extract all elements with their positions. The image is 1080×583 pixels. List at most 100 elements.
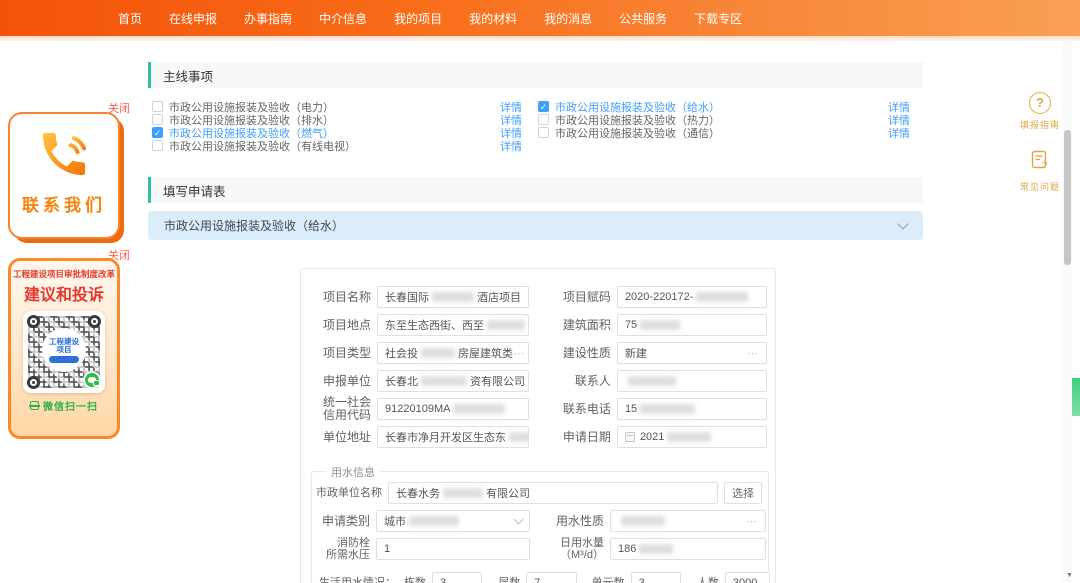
complaint-card-subtitle: 建议和投诉 [11, 281, 117, 305]
nav-item-guide[interactable]: 办事指南 [244, 10, 292, 27]
complaint-card-title: 工程建设项目审批制度改革 [11, 268, 117, 280]
nav-item-agency-info[interactable]: 中介信息 [319, 10, 367, 27]
form-row-4: 申报单位 长春北 资有限公司 联系人 [311, 370, 767, 392]
daily-water-field[interactable]: 186 [610, 538, 766, 560]
redacted-text [409, 516, 459, 526]
unit-address-field[interactable]: 长春市净月开发区生态东 [377, 426, 529, 448]
checkbox-water-supply-checked[interactable]: ✓ [538, 101, 549, 112]
svg-text:?: ? [1042, 160, 1048, 170]
form-row-1: 项目名称 长春国际 酒店项目 项目赋码 2020-220172- [311, 286, 767, 308]
checkbox-heating[interactable] [538, 114, 549, 125]
checkbox-drainage[interactable] [152, 114, 163, 125]
hydrant-pressure-field[interactable]: 1 [376, 538, 530, 560]
faq-helper[interactable]: ? 常见问题 [1012, 149, 1068, 193]
people-count-value: 3000 [733, 577, 757, 583]
nav-item-my-messages[interactable]: 我的消息 [544, 10, 592, 27]
nav-item-my-projects[interactable]: 我的项目 [394, 10, 442, 27]
nav-understrip [0, 36, 1080, 41]
redacted-text [667, 432, 711, 442]
applicant-unit-post: 资有限公司 [470, 373, 525, 389]
redacted-text [453, 404, 505, 414]
right-helper-panel: ? 填报指南 ? 常见问题 [1012, 92, 1068, 211]
nav-item-online-apply[interactable]: 在线申报 [169, 10, 217, 27]
credit-code-field[interactable]: 91220109MA [377, 398, 529, 420]
nav-item-download-zone[interactable]: 下载专区 [694, 10, 742, 27]
living-water-label: 生活用水情况： [312, 577, 396, 583]
checkbox-electric[interactable] [152, 101, 163, 112]
apply-category-select[interactable]: 城市 [376, 510, 530, 532]
people-count-label: 人数 [695, 577, 719, 583]
nav-item-home[interactable]: 首页 [118, 10, 142, 27]
ellipsis-icon[interactable]: ⋯ [513, 347, 525, 360]
applicant-unit-field[interactable]: 长春北 资有限公司 [377, 370, 529, 392]
page-root: 首页 在线申报 办事指南 中介信息 我的项目 我的材料 我的消息 公共服务 下载… [0, 0, 1080, 583]
ellipsis-icon[interactable]: ⋯ [747, 347, 759, 360]
water-nature-label: 用水性质 [556, 515, 604, 527]
people-count-field[interactable]: 3000 [725, 572, 770, 583]
water-row-3: 消防栓 所需水压 1 日用水量 （M³/d） 186 [312, 536, 770, 562]
scroll-down-arrow-icon[interactable]: ▼ [1066, 572, 1073, 579]
chevron-down-icon [514, 515, 524, 525]
wechat-scan-row: 微信扫一扫 [11, 398, 117, 413]
project-name-field[interactable]: 长春国际 酒店项目 [377, 286, 529, 308]
redacted-text [640, 404, 695, 414]
mainline-item-telecom: 市政公用设施报装及验收（通信） 详情 [538, 126, 910, 139]
detail-link-cable-tv[interactable]: 详情 [500, 138, 522, 154]
apply-category-value: 城市 [384, 513, 406, 529]
hydrant-pressure-label: 消防栓 所需水压 [322, 537, 370, 561]
contact-person-label: 联系人 [553, 375, 611, 388]
water-row-living: 生活用水情况： 栋数 3 层数 7 单元数 3 人数 3000 [312, 572, 770, 583]
project-location-value: 东至生态西街、西至 [385, 317, 484, 333]
top-navbar: 首页 在线申报 办事指南 中介信息 我的项目 我的材料 我的消息 公共服务 下载… [0, 0, 1080, 36]
project-type-post: 房屋建筑类 [458, 345, 513, 361]
contact-person-field[interactable] [617, 370, 767, 392]
form-row-3: 项目类型 社会投 房屋建筑类 ⋯ 建设性质 新建 ⋯ [311, 342, 767, 364]
redacted-text [696, 292, 748, 302]
scrollbar-track[interactable] [1063, 41, 1072, 583]
checkbox-gas-checked[interactable]: ✓ [152, 127, 163, 138]
building-count-field[interactable]: 3 [432, 572, 482, 583]
daily-water-value: 186 [618, 543, 636, 555]
floor-count-field[interactable]: 7 [526, 572, 576, 583]
filling-guide-helper[interactable]: ? 填报指南 [1012, 92, 1068, 131]
scrollbar-thumb[interactable] [1064, 130, 1071, 265]
building-area-label: 建筑面积 [553, 319, 611, 332]
qr-center-badge [49, 356, 79, 363]
apply-date-label: 申请日期 [553, 431, 611, 444]
contact-phone-field[interactable]: 15 [617, 398, 767, 420]
municipal-unit-field[interactable]: 长春水务 有限公司 [388, 482, 718, 504]
mainline-item-label: 市政公用设施报装及验收（通信） [555, 125, 882, 141]
building-count-label: 栋数 [402, 577, 426, 583]
apply-date-value: 2021 [640, 431, 664, 443]
ellipsis-icon[interactable]: ⋯ [746, 515, 758, 528]
project-location-field[interactable]: 东至生态西街、西至 [377, 314, 529, 336]
complaint-suggestion-card[interactable]: 工程建设项目审批制度改革 建议和投诉 工程建设 项目 微信扫一扫 [8, 258, 120, 439]
redacted-text [639, 544, 673, 554]
nav-item-my-materials[interactable]: 我的材料 [469, 10, 517, 27]
applicant-unit-pre: 长春北 [385, 373, 418, 389]
checkbox-cable-tv[interactable] [152, 140, 163, 151]
unit-count-field[interactable]: 3 [631, 572, 681, 583]
apply-date-field[interactable]: 2021 [617, 426, 767, 448]
water-info-fieldset: 用水信息 市政单位名称 长春水务 有限公司 选择 申请类别 城市 用水性质 [311, 471, 769, 583]
form-section-header: 填写申请表 [148, 177, 923, 203]
project-code-label: 项目赋码 [553, 291, 611, 304]
mainline-item-label: 市政公用设施报装及验收（有线电视） [169, 138, 494, 154]
construction-nature-field[interactable]: 新建 ⋯ [617, 342, 767, 364]
select-button[interactable]: 选择 [724, 482, 762, 504]
water-nature-field[interactable]: ⋯ [610, 510, 766, 532]
water-supply-accordion[interactable]: 市政公用设施报装及验收（给水） [148, 211, 923, 240]
project-code-field[interactable]: 2020-220172- [617, 286, 767, 308]
detail-link-telecom[interactable]: 详情 [888, 125, 910, 141]
filling-guide-label: 填报指南 [1012, 118, 1068, 131]
municipal-unit-post: 有限公司 [486, 485, 530, 501]
project-type-label: 项目类型 [311, 347, 371, 360]
green-edge-tab[interactable] [1072, 378, 1080, 416]
contact-phone-label: 联系电话 [553, 403, 611, 416]
redacted-text [509, 432, 529, 442]
project-type-field[interactable]: 社会投 房屋建筑类 ⋯ [377, 342, 529, 364]
building-area-field[interactable]: 75 [617, 314, 767, 336]
nav-item-public-service[interactable]: 公共服务 [619, 10, 667, 27]
checkbox-telecom[interactable] [538, 127, 549, 138]
contact-us-card[interactable]: 联系我们 [8, 112, 120, 239]
